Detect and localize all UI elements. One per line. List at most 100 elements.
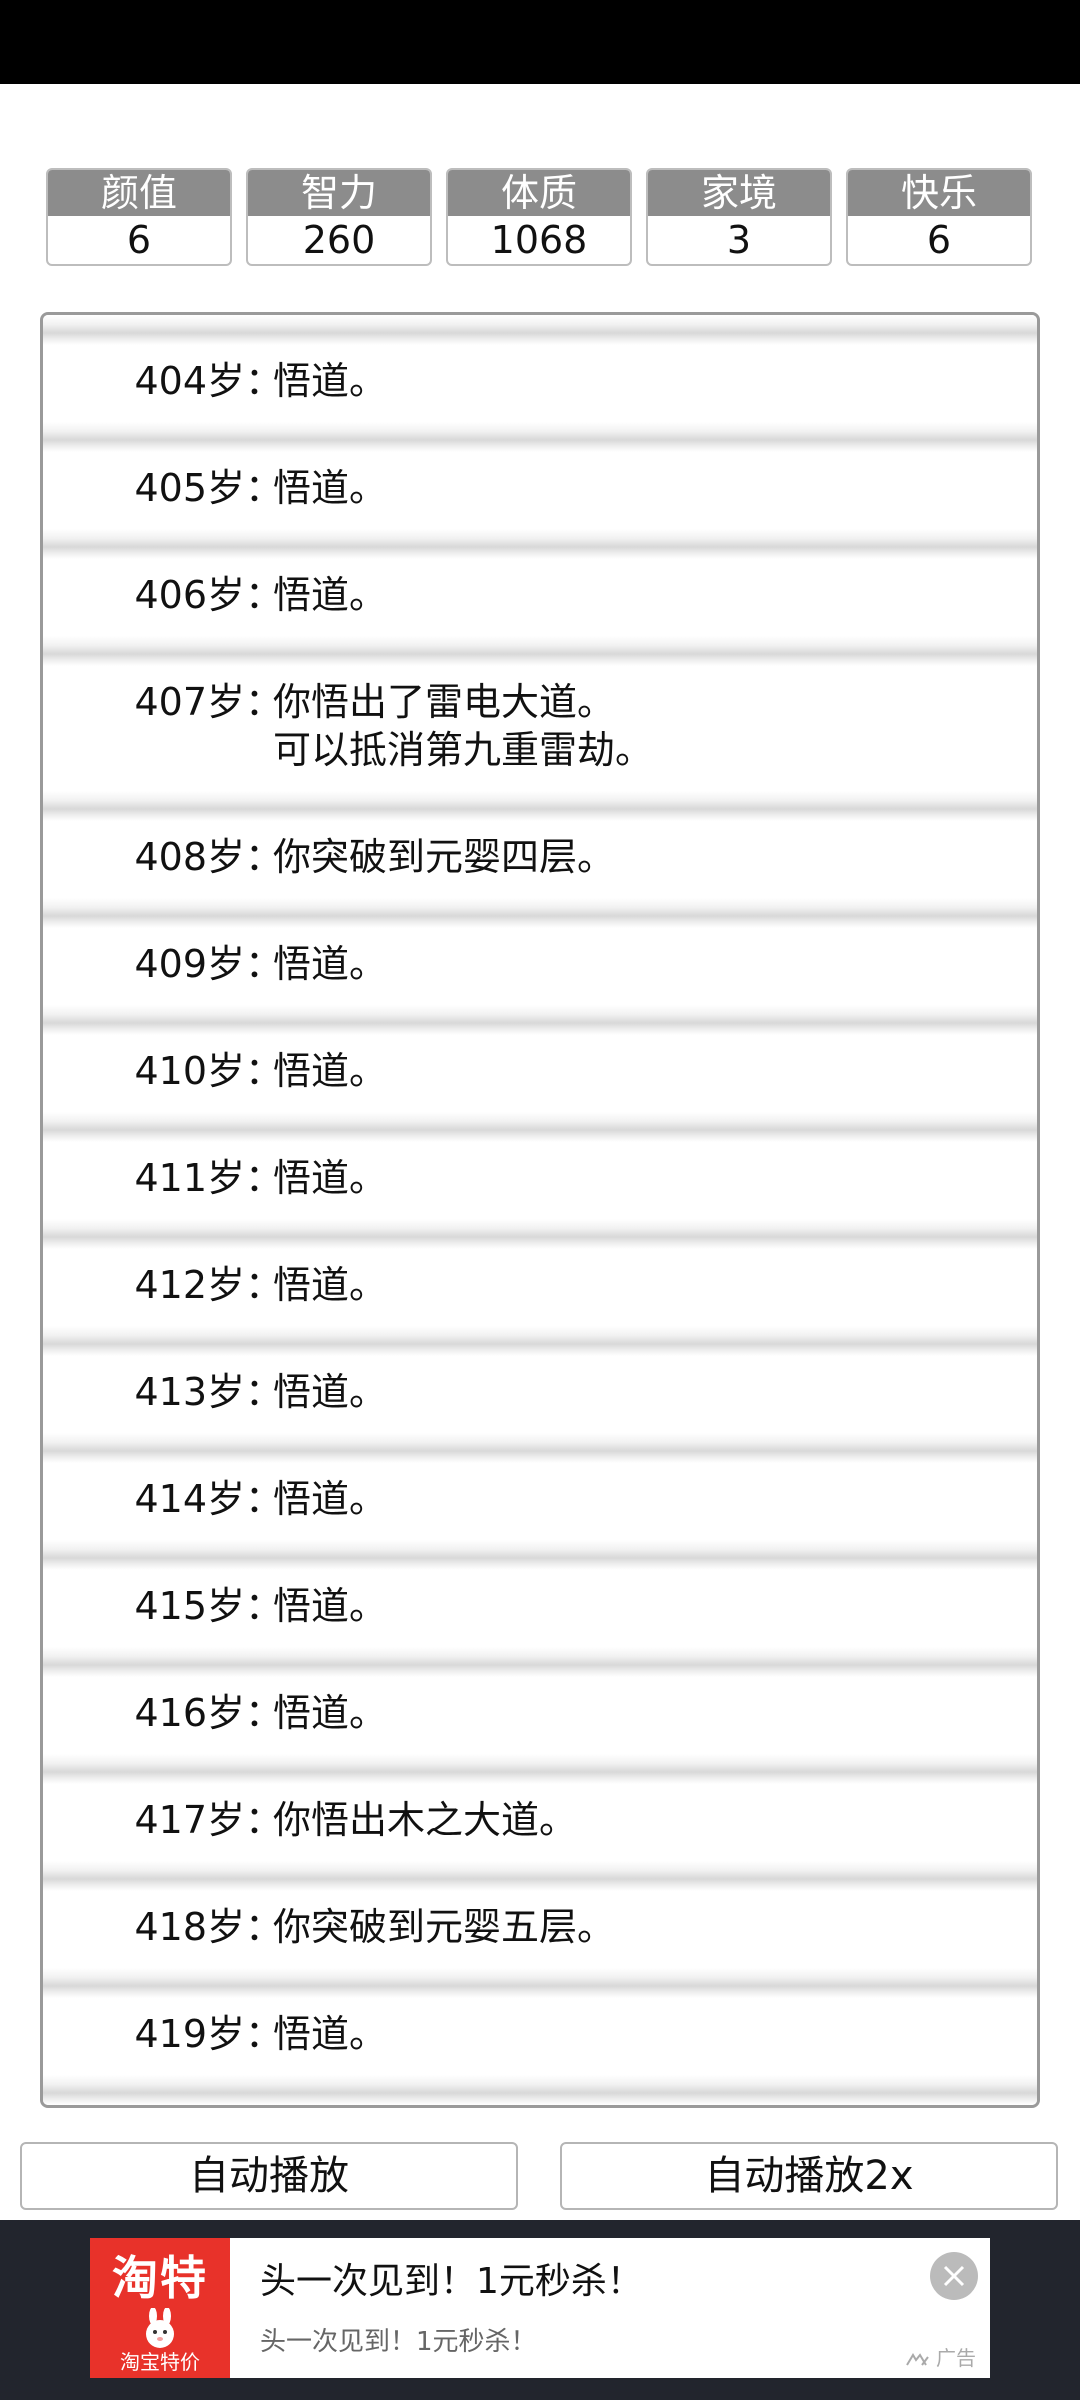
- log-age: 405岁: [134, 466, 245, 510]
- log-row: 414岁 ： 悟道。: [43, 1463, 1037, 1540]
- stat-value: 1068: [490, 218, 588, 262]
- log-age: 419岁: [134, 2012, 245, 2056]
- stat-value: 260: [302, 218, 376, 262]
- log-event: 悟道。: [273, 466, 388, 510]
- log-age: 416岁: [134, 1691, 245, 1735]
- log-row: 405岁 ： 悟道。: [43, 452, 1037, 529]
- ad-title[interactable]: 头一次见到！1元秒杀！: [260, 2260, 643, 2304]
- log-event: 悟道。: [273, 1263, 388, 1307]
- log-age: 410岁: [134, 1049, 245, 1093]
- log-row: 410岁 ： 悟道。: [43, 1035, 1037, 1112]
- ad-logo-text: 淘特: [112, 2251, 208, 2305]
- row-divider: [43, 1112, 1037, 1142]
- log-age: 412岁: [134, 1263, 245, 1307]
- log-row: 413岁 ： 悟道。: [43, 1356, 1037, 1433]
- log-separator: ：: [245, 1477, 284, 1521]
- log-event: 你突破到元婴四层。: [273, 835, 616, 879]
- row-divider: [43, 529, 1037, 559]
- row-divider: [43, 1005, 1037, 1035]
- log-row: 418岁 ： 你突破到元婴五层。: [43, 1891, 1037, 1968]
- row-divider: [43, 1861, 1037, 1891]
- ad-banner[interactable]: 淘特 淘宝特价 头一次见到！1元秒杀！ 头一次见到！1元秒杀！ 广告: [90, 2238, 990, 2378]
- row-divider: [43, 1219, 1037, 1249]
- log-separator: ：: [245, 942, 284, 986]
- log-separator: ：: [245, 1584, 284, 1628]
- log-separator: ：: [245, 1263, 284, 1307]
- stat-family: 家境 3: [646, 168, 832, 266]
- log-separator: ：: [245, 1156, 284, 1200]
- row-divider: [43, 1754, 1037, 1784]
- log-row: 417岁 ： 你悟出木之大道。: [43, 1784, 1037, 1861]
- row-divider: [43, 315, 1037, 345]
- log-row: 419岁 ： 悟道。: [43, 1998, 1037, 2075]
- log-event: 悟道。: [273, 942, 388, 986]
- log-row: 408岁 ： 你突破到元婴四层。: [43, 821, 1037, 898]
- auto-play-2x-button[interactable]: 自动播放2x: [560, 2142, 1058, 2210]
- stat-value: 3: [726, 218, 752, 262]
- log-age: 414岁: [134, 1477, 245, 1521]
- stat-value: 6: [126, 218, 152, 262]
- row-divider: [43, 791, 1037, 821]
- log-separator: ：: [245, 466, 284, 510]
- log-age: 411岁: [134, 1156, 245, 1200]
- stat-label: 颜值: [48, 170, 230, 216]
- log-separator: ：: [245, 1798, 284, 1842]
- ad-subtitle[interactable]: 头一次见到！1元秒杀！: [260, 2326, 537, 2358]
- log-age: 406岁: [134, 573, 245, 617]
- log-event: 悟道。: [273, 1370, 388, 1414]
- log-event: 悟道。: [273, 1691, 388, 1735]
- log-event: 你悟出木之大道。: [273, 1798, 578, 1842]
- ad-brand-icon: [906, 2352, 929, 2366]
- log-row: 412岁 ： 悟道。: [43, 1249, 1037, 1326]
- log-age: 404岁: [134, 359, 245, 403]
- log-event: 悟道。: [273, 1049, 388, 1093]
- auto-play-button[interactable]: 自动播放: [20, 2142, 518, 2210]
- log-event: 悟道。: [273, 1156, 388, 1200]
- row-divider: [43, 1647, 1037, 1677]
- log-row: 411岁 ： 悟道。: [43, 1142, 1037, 1219]
- log-age: 413岁: [134, 1370, 245, 1414]
- rabbit-icon: [146, 2308, 174, 2348]
- log-event: 悟道。: [273, 2012, 388, 2056]
- stat-happiness: 快乐 6: [846, 168, 1032, 266]
- ad-tag: 广告: [906, 2346, 976, 2370]
- ad-tag-label: 广告: [936, 2346, 976, 2370]
- row-divider: [43, 1968, 1037, 1998]
- stats-panel: 颜值 6 智力 260 体质 1068 家境 3 快乐 6: [46, 168, 1034, 268]
- row-divider: [43, 636, 1037, 666]
- stat-label: 智力: [248, 170, 430, 216]
- status-bar: [0, 0, 1080, 84]
- log-event: 悟道。: [273, 1584, 388, 1628]
- log-separator: ：: [245, 359, 284, 403]
- stat-constitution: 体质 1068: [446, 168, 632, 266]
- ad-logo[interactable]: 淘特 淘宝特价: [90, 2238, 230, 2378]
- life-log[interactable]: 404岁 ： 悟道。 405岁 ： 悟道。 406岁 ： 悟道。 407岁 ： …: [40, 312, 1040, 2108]
- log-separator: ：: [245, 1370, 284, 1414]
- log-row: 415岁 ： 悟道。: [43, 1570, 1037, 1647]
- log-age: 417岁: [134, 1798, 245, 1842]
- log-separator: ：: [245, 680, 284, 724]
- log-age: 407岁: [134, 680, 245, 724]
- log-separator: ：: [245, 1905, 284, 1949]
- stat-label: 快乐: [848, 170, 1030, 216]
- log-separator: ：: [245, 2012, 284, 2056]
- log-age: 415岁: [134, 1584, 245, 1628]
- log-separator: ：: [245, 1049, 284, 1093]
- close-icon[interactable]: [930, 2252, 978, 2300]
- row-divider: [43, 898, 1037, 928]
- log-age: 408岁: [134, 835, 245, 879]
- log-separator: ：: [245, 835, 284, 879]
- log-event: 悟道。: [273, 573, 388, 617]
- log-event: 你悟出了雷电大道。 可以抵消第九重雷劫。: [273, 680, 654, 772]
- log-event: 你突破到元婴五层。: [273, 1905, 616, 1949]
- log-event: 悟道。: [273, 1477, 388, 1521]
- row-divider: [43, 2075, 1037, 2105]
- log-separator: ：: [245, 1691, 284, 1735]
- stat-intelligence: 智力 260: [246, 168, 432, 266]
- log-separator: ：: [245, 573, 284, 617]
- row-divider: [43, 422, 1037, 452]
- stat-appearance: 颜值 6: [46, 168, 232, 266]
- log-row: 404岁 ： 悟道。: [43, 345, 1037, 422]
- log-row: 407岁 ： 你悟出了雷电大道。 可以抵消第九重雷劫。: [43, 666, 1037, 791]
- row-divider: [43, 1326, 1037, 1356]
